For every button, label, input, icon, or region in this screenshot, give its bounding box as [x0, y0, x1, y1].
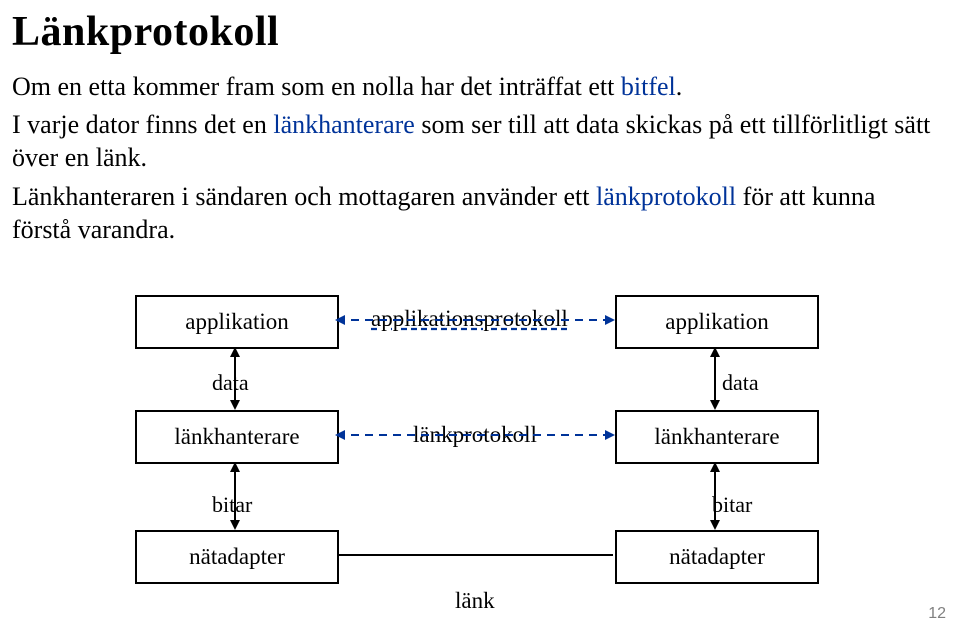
layer-diagram: applikation applikation länkhanterare lä…	[0, 0, 960, 633]
page-number: 12	[928, 605, 946, 623]
slide: Länkprotokoll Om en etta kommer fram som…	[0, 0, 960, 633]
diagram-arrows	[0, 0, 960, 633]
